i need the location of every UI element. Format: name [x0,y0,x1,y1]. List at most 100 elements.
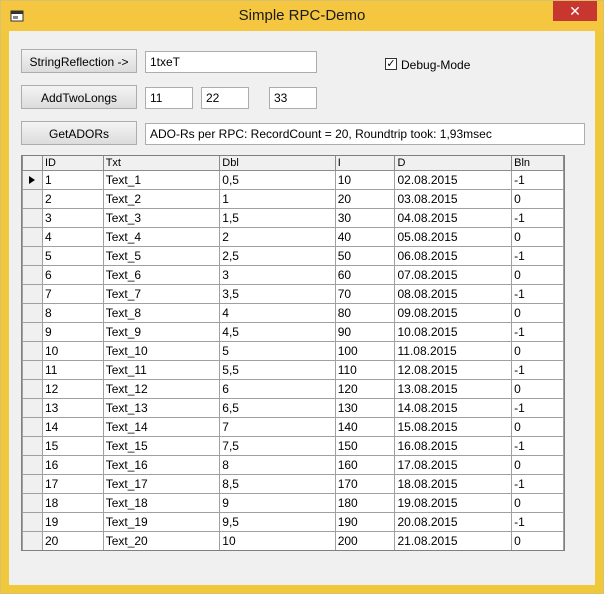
table-cell[interactable]: 6 [219,379,336,399]
string-reflection-button[interactable]: StringReflection -> [21,49,137,73]
data-grid[interactable]: ID Txt Dbl I D Bln 1 Text_1 0,5 10 02.08.201… [21,155,565,551]
table-cell[interactable]: Text_5 [102,246,221,266]
table-cell[interactable]: Text_12 [102,379,221,399]
table-cell[interactable]: 13.08.2015 [394,379,513,399]
table-cell[interactable]: 0 [511,189,564,209]
table-row[interactable]: 10 Text_10 5 100 11.08.2015 0 [22,341,564,361]
table-row[interactable]: 19 Text_19 9,5 190 20.08.2015 -1 [22,512,564,532]
table-cell[interactable]: 9 [219,493,336,513]
table-cell[interactable]: 0 [511,227,564,247]
table-row[interactable]: 16 Text_16 8 160 17.08.2015 0 [22,455,564,475]
table-row[interactable]: 18 Text_18 9 180 19.08.2015 0 [22,493,564,513]
row-selector[interactable] [22,455,43,475]
table-cell[interactable]: 1 [219,189,336,209]
table-cell[interactable]: 11 [41,360,104,380]
table-cell[interactable]: Text_7 [102,284,221,304]
add-two-longs-button[interactable]: AddTwoLongs [21,85,137,109]
table-cell[interactable]: 160 [334,455,396,475]
row-selector[interactable] [22,360,43,380]
table-cell[interactable]: 120 [334,379,396,399]
table-row[interactable]: 14 Text_14 7 140 15.08.2015 0 [22,417,564,437]
table-cell[interactable]: 0 [511,265,564,285]
table-cell[interactable]: 60 [334,265,396,285]
table-cell[interactable]: 21.08.2015 [394,531,513,550]
table-cell[interactable]: 10 [219,531,336,550]
table-cell[interactable]: Text_1 [102,170,221,190]
table-cell[interactable]: 1 [41,170,104,190]
table-cell[interactable]: 8,5 [219,474,336,494]
row-selector[interactable] [22,417,43,437]
column-header[interactable]: ID [41,156,104,171]
row-selector[interactable] [22,322,43,342]
row-selector[interactable] [22,474,43,494]
table-cell[interactable]: 170 [334,474,396,494]
table-cell[interactable]: Text_10 [102,341,221,361]
table-cell[interactable]: 190 [334,512,396,532]
table-row[interactable]: 4 Text_4 2 40 05.08.2015 0 [22,227,564,247]
table-cell[interactable]: 0 [511,417,564,437]
table-cell[interactable]: 4 [219,303,336,323]
table-cell[interactable]: 19.08.2015 [394,493,513,513]
table-cell[interactable]: 17 [41,474,104,494]
table-cell[interactable]: 20.08.2015 [394,512,513,532]
table-cell[interactable]: 0,5 [219,170,336,190]
table-cell[interactable]: Text_17 [102,474,221,494]
table-row[interactable]: 7 Text_7 3,5 70 08.08.2015 -1 [22,284,564,304]
table-cell[interactable]: 18 [41,493,104,513]
table-cell[interactable]: 10.08.2015 [394,322,513,342]
table-cell[interactable]: Text_8 [102,303,221,323]
table-cell[interactable]: 30 [334,208,396,228]
table-cell[interactable]: -1 [511,284,564,304]
table-cell[interactable]: 18.08.2015 [394,474,513,494]
row-selector[interactable] [22,189,43,209]
table-cell[interactable]: 2 [41,189,104,209]
table-cell[interactable]: 0 [511,303,564,323]
table-cell[interactable]: 5 [41,246,104,266]
column-header[interactable]: I [334,156,396,171]
table-cell[interactable]: -1 [511,208,564,228]
table-cell[interactable]: 0 [511,493,564,513]
table-cell[interactable]: 03.08.2015 [394,189,513,209]
table-row[interactable]: 12 Text_12 6 120 13.08.2015 0 [22,379,564,399]
table-cell[interactable]: 7,5 [219,436,336,456]
table-cell[interactable]: 05.08.2015 [394,227,513,247]
column-header[interactable]: Dbl [219,156,336,171]
table-cell[interactable]: 14 [41,417,104,437]
table-cell[interactable]: 16 [41,455,104,475]
table-cell[interactable]: 0 [511,379,564,399]
table-cell[interactable]: 08.08.2015 [394,284,513,304]
table-cell[interactable]: 8 [41,303,104,323]
table-cell[interactable]: 3 [219,265,336,285]
table-cell[interactable]: 2,5 [219,246,336,266]
long-b-field[interactable]: 22 [201,87,249,109]
ado-status-field[interactable]: ADO-Rs per RPC: RecordCount = 20, Roundt… [145,123,585,145]
table-row[interactable]: 2 Text_2 1 20 03.08.2015 0 [22,189,564,209]
row-selector[interactable] [22,227,43,247]
table-cell[interactable]: Text_2 [102,189,221,209]
row-selector[interactable] [22,379,43,399]
row-selector[interactable] [22,303,43,323]
table-cell[interactable]: 140 [334,417,396,437]
row-selector[interactable] [22,341,43,361]
table-row[interactable]: 13 Text_13 6,5 130 14.08.2015 -1 [22,398,564,418]
table-cell[interactable]: 20 [41,531,104,550]
table-cell[interactable]: 6 [41,265,104,285]
table-row[interactable]: 15 Text_15 7,5 150 16.08.2015 -1 [22,436,564,456]
table-cell[interactable]: 0 [511,531,564,550]
table-cell[interactable]: 4,5 [219,322,336,342]
table-row[interactable]: 20 Text_20 10 200 21.08.2015 0 [22,531,564,550]
table-row[interactable]: 17 Text_17 8,5 170 18.08.2015 -1 [22,474,564,494]
table-cell[interactable]: Text_9 [102,322,221,342]
table-cell[interactable]: 14.08.2015 [394,398,513,418]
table-cell[interactable]: 16.08.2015 [394,436,513,456]
table-cell[interactable]: Text_13 [102,398,221,418]
table-row[interactable]: 9 Text_9 4,5 90 10.08.2015 -1 [22,322,564,342]
table-cell[interactable]: 9,5 [219,512,336,532]
row-selector[interactable] [22,531,43,550]
close-button[interactable]: ✕ [553,1,597,21]
table-cell[interactable]: 7 [41,284,104,304]
column-header[interactable]: D [394,156,513,171]
table-cell[interactable]: 5,5 [219,360,336,380]
table-cell[interactable]: Text_18 [102,493,221,513]
column-header[interactable]: Txt [102,156,221,171]
